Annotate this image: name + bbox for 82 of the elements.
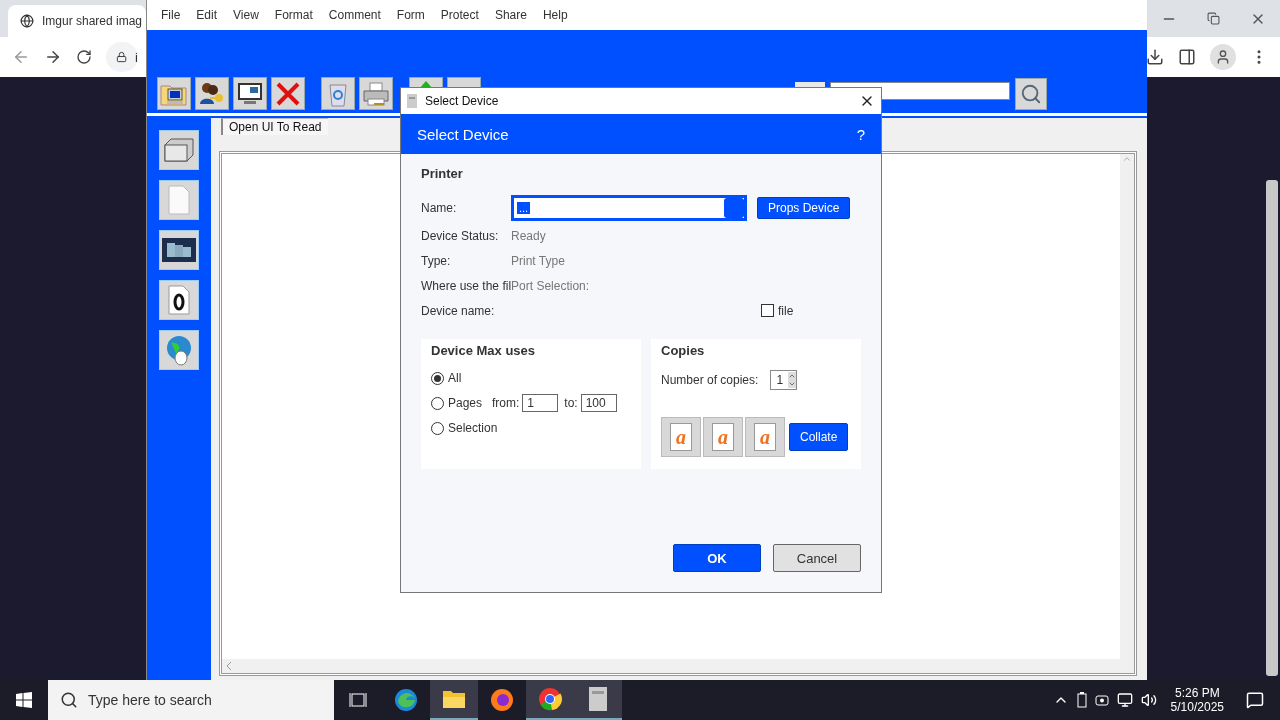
open-folder-icon[interactable]	[157, 77, 191, 110]
dialog-heading: Select Device	[417, 125, 509, 143]
menu-item[interactable]: Comment	[320, 8, 389, 22]
copies-spinner[interactable]: 1	[770, 369, 798, 390]
collate-button[interactable]: Collate	[789, 423, 849, 451]
clock[interactable]: 5:26 PM 5/10/2025	[1170, 686, 1224, 714]
users-key-icon[interactable]	[195, 77, 229, 110]
section-title: Printer	[421, 166, 464, 181]
address-text: i	[135, 49, 138, 65]
monitor-icon[interactable]	[233, 77, 267, 110]
page-icon: a	[703, 417, 743, 457]
menu-item[interactable]: Help	[534, 8, 576, 22]
reload-icon[interactable]	[76, 49, 92, 65]
globe-icon	[20, 14, 34, 28]
field-value: Print Type	[511, 253, 565, 268]
field-label: Number of copies:	[661, 372, 759, 387]
panel-title: Device Max uses	[431, 343, 537, 358]
field-label: Type:	[421, 253, 452, 268]
side-panel-icon[interactable]	[1178, 48, 1196, 66]
menu-item[interactable]: Edit	[188, 8, 226, 22]
profile-icon[interactable]	[1210, 44, 1236, 70]
radio-label: Pages	[448, 396, 484, 410]
to-field[interactable]: 100	[580, 394, 617, 412]
notification-icon[interactable]	[1246, 691, 1264, 709]
from-field[interactable]: 1	[522, 394, 559, 412]
horizontal-scrollbar[interactable]	[222, 659, 1134, 673]
document-icon[interactable]	[159, 280, 199, 320]
name-dropdown[interactable]: ...	[511, 195, 747, 221]
page-icon: a	[745, 417, 785, 457]
camera-icon[interactable]	[1094, 693, 1109, 707]
volume-icon[interactable]	[1140, 692, 1157, 708]
panel-title: Copies	[661, 343, 706, 358]
field-label: Where use the fil	[421, 278, 512, 293]
menu-item[interactable]: File	[153, 8, 189, 22]
delete-icon[interactable]	[271, 77, 305, 110]
restore-button[interactable]	[1207, 12, 1220, 25]
document-tab[interactable]: Open UI To Read	[221, 118, 328, 135]
back-icon[interactable]	[12, 48, 30, 66]
search-icon	[60, 691, 78, 709]
field-value: Port Selection:	[511, 278, 590, 293]
download-icon[interactable]	[1146, 48, 1164, 66]
address-bar[interactable]: i	[106, 42, 138, 72]
recycle-bin-icon[interactable]	[321, 77, 355, 110]
drive-icon[interactable]	[159, 130, 199, 170]
printer-icon[interactable]	[359, 77, 393, 110]
menu-item[interactable]: View	[225, 8, 267, 22]
lock-icon	[116, 51, 128, 63]
scrollbar[interactable]	[1266, 180, 1278, 676]
field-label: Device name:	[421, 303, 496, 318]
windows-icon[interactable]	[16, 692, 32, 708]
menu-item[interactable]: Share	[486, 8, 535, 22]
vertical-scrollbar[interactable]	[1120, 154, 1134, 659]
field-label: to:	[564, 396, 578, 410]
network-icon[interactable]	[1116, 692, 1133, 708]
field-value: Ready	[511, 228, 546, 243]
search-button[interactable]	[1015, 78, 1047, 110]
checkbox-label: file	[778, 303, 794, 318]
page-icon: a	[661, 417, 701, 457]
dialog-title: Select Device	[425, 94, 499, 108]
field-label: Name:	[421, 201, 458, 215]
file-explorer-icon[interactable]	[430, 680, 478, 720]
taskbar-search[interactable]: Type here to search	[48, 680, 334, 720]
cancel-button[interactable]: Cancel	[773, 544, 861, 572]
help-button[interactable]: ?	[856, 125, 865, 143]
battery-icon[interactable]	[1076, 692, 1087, 708]
browser-tab[interactable]: Imgur shared imag	[8, 5, 146, 37]
ok-button[interactable]: OK	[673, 544, 761, 572]
radio-label: All	[448, 371, 463, 385]
field-label: from:	[492, 396, 520, 410]
globe-mouse-icon[interactable]	[159, 330, 199, 370]
app-icon[interactable]	[574, 680, 622, 720]
forward-icon[interactable]	[44, 48, 62, 66]
radio-label: Selection	[448, 421, 498, 435]
slides-icon[interactable]	[159, 230, 199, 270]
file-checkbox[interactable]	[761, 304, 774, 317]
menu-item[interactable]: Format	[266, 8, 321, 22]
props-device-button[interactable]: Props Device	[757, 197, 851, 219]
printer-icon	[407, 94, 417, 108]
chrome-icon[interactable]	[526, 680, 574, 720]
menu-item[interactable]: Form	[388, 8, 433, 22]
menu-item[interactable]: Protect	[432, 8, 487, 22]
field-label: Device Status:	[421, 228, 500, 243]
